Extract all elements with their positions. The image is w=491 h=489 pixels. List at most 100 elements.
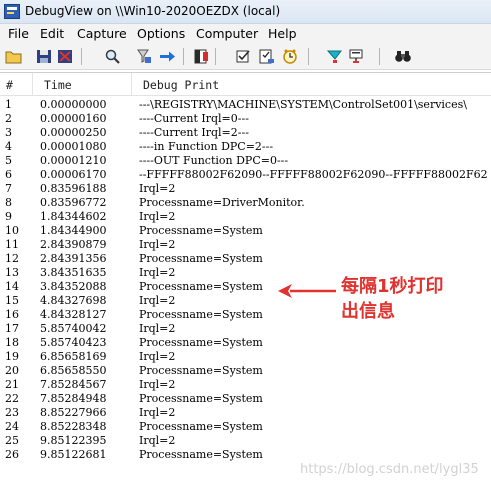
history-icon[interactable] [347,48,365,65]
row-time: 7.85284567 [40,378,107,391]
annotation-text: 每隔1秒打印 出信息 [341,274,481,324]
row-time: 6.85658550 [40,364,107,377]
table-row[interactable]: 22 7.85284948 Processname=System [0,392,491,406]
row-debug-print: Irql=2 [139,350,176,363]
watermark: https://blog.csdn.net/lygl35 [300,462,479,477]
row-debug-print: Irql=2 [139,182,176,195]
menu-capture[interactable]: Capture [77,26,127,41]
row-number: 23 [5,406,19,419]
column-divider[interactable] [32,73,33,95]
menu-help[interactable]: Help [268,26,297,41]
row-time: 8.85228348 [40,420,107,433]
table-row[interactable]: 21 7.85284567 Irql=2 [0,378,491,392]
table-row[interactable]: 19 6.85658169 Irql=2 [0,350,491,364]
window-title: DebugView on \\Win10-2020OEZDX (local) [25,4,281,18]
row-debug-print: Irql=2 [139,378,176,391]
row-time: 0.00001210 [40,154,107,167]
table-row[interactable]: 9 1.84344602 Irql=2 [0,210,491,224]
row-number: 8 [5,196,12,209]
row-number: 21 [5,378,19,391]
row-number: 11 [5,238,19,251]
row-debug-print: Irql=2 [139,294,176,307]
open-icon[interactable] [5,48,23,65]
table-row[interactable]: 1 0.00000000 ---\REGISTRY\MACHINE\SYSTEM\C… [0,98,491,112]
row-number: 18 [5,336,19,349]
table-row[interactable]: 20 6.85658550 Processname=System [0,364,491,378]
menu-options[interactable]: Options [137,26,185,41]
row-time: 4.84328127 [40,308,107,321]
row-debug-print: Irql=2 [139,210,176,223]
row-time: 4.84327698 [40,294,107,307]
row-time: 0.00006170 [40,168,107,181]
table-row[interactable]: 2 0.00000160 ----Current Irql=0--- [0,112,491,126]
row-time: 2.84391356 [40,252,107,265]
row-debug-print: Processname=System [139,252,263,265]
menu-computer[interactable]: Computer [196,26,258,41]
row-time: 8.85227966 [40,406,107,419]
table-row[interactable]: 11 2.84390879 Irql=2 [0,238,491,252]
row-time: 3.84351635 [40,266,107,279]
row-debug-print: Processname=System [139,224,263,237]
row-number: 26 [5,448,19,461]
clock-time-icon[interactable] [234,48,252,65]
toolbar [0,44,491,70]
row-debug-print: ---\REGISTRY\MACHINE\SYSTEM\ControlSet00… [139,98,467,111]
menu-file[interactable]: File [8,26,29,41]
menu-edit[interactable]: Edit [40,26,64,41]
column-header-time[interactable]: Time [44,78,72,92]
row-number: 6 [5,168,12,181]
clear-display-icon[interactable] [56,48,74,65]
row-number: 7 [5,182,12,195]
table-row[interactable]: 10 1.84344900 Processname=System [0,224,491,238]
table-row[interactable]: 17 5.85740042 Irql=2 [0,322,491,336]
menu-bar: File Edit Capture Options Computer Help [0,24,491,44]
table-row[interactable]: 4 0.00001080 ----in Function DPC=2--- [0,140,491,154]
save-icon[interactable] [35,48,53,65]
table-row[interactable]: 12 2.84391356 Processname=System [0,252,491,266]
capture-icon[interactable] [192,48,210,65]
table-row[interactable]: 26 9.85122681 Processname=System [0,448,491,462]
column-header-debug-print[interactable]: Debug Print [143,78,219,92]
table-row[interactable]: 5 0.00001210 ----OUT Function DPC=0--- [0,154,491,168]
row-debug-print: ----in Function DPC=2--- [139,140,274,153]
row-number: 10 [5,224,19,237]
table-row[interactable]: 6 0.00006170 --FFFFF88002F62090--FFFFF8800… [0,168,491,182]
table-row[interactable]: 3 0.00000250 ----Current Irql=2--- [0,126,491,140]
column-header-number[interactable]: # [6,78,13,92]
row-time: 9.85122681 [40,448,107,461]
column-header-row: # Time Debug Print [0,73,491,96]
row-debug-print: Irql=2 [139,406,176,419]
title-bar: DebugView on \\Win10-2020OEZDX (local) [0,0,491,24]
table-row[interactable]: 23 8.85227966 Irql=2 [0,406,491,420]
row-debug-print: Irql=2 [139,238,176,251]
row-time: 5.85740042 [40,322,107,335]
row-time: 6.85658169 [40,350,107,363]
row-number: 4 [5,140,12,153]
row-number: 2 [5,112,12,125]
column-divider[interactable] [131,73,132,95]
row-number: 9 [5,210,12,223]
row-debug-print: Processname=DriverMonitor. [139,196,305,209]
elapsed-time-icon[interactable] [258,48,276,65]
highlight-icon[interactable] [326,48,344,65]
table-row[interactable]: 7 0.83596188 Irql=2 [0,182,491,196]
table-row[interactable]: 8 0.83596772 Processname=DriverMonitor. [0,196,491,210]
toolbar-separator [308,48,309,65]
table-row[interactable]: 18 5.85740423 Processname=System [0,336,491,350]
table-row[interactable]: 25 9.85122395 Irql=2 [0,434,491,448]
autoscroll-icon[interactable] [281,48,299,65]
row-number: 16 [5,308,19,321]
row-debug-print: Processname=System [139,308,263,321]
filter-icon[interactable] [135,48,153,65]
row-time: 0.00000000 [40,98,107,111]
row-time: 0.00000160 [40,112,107,125]
row-time: 0.83596188 [40,182,107,195]
row-number: 14 [5,280,19,293]
table-row[interactable]: 24 8.85228348 Processname=System [0,420,491,434]
row-number: 3 [5,126,12,139]
scroll-icon[interactable] [158,48,176,65]
toolbar-separator [379,48,380,65]
binoculars-icon[interactable] [394,48,412,65]
find-icon[interactable] [104,48,122,65]
row-debug-print: ----Current Irql=0--- [139,112,249,125]
